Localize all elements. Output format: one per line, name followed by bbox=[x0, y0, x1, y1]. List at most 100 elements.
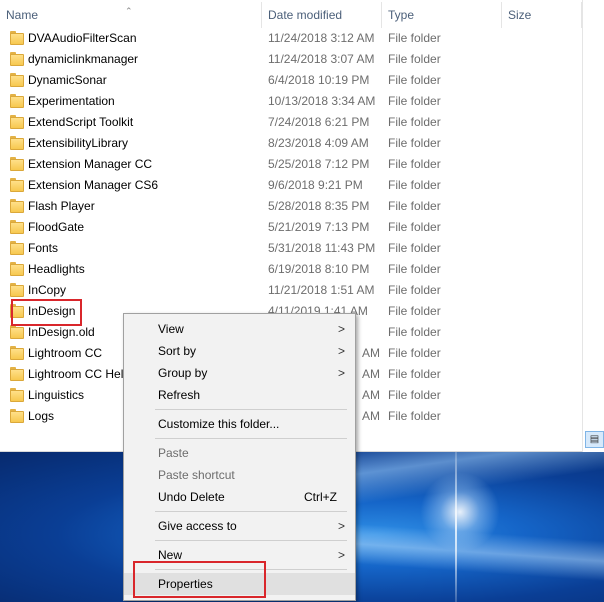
menu-item-customize[interactable]: Customize this folder... bbox=[124, 413, 355, 435]
menu-item-paste[interactable]: Paste bbox=[124, 442, 355, 464]
menu-item-sort-by[interactable]: Sort by > bbox=[124, 340, 355, 362]
file-date: AM bbox=[362, 409, 380, 423]
file-name: DVAAudioFilterScan bbox=[28, 31, 137, 45]
file-type: File folder bbox=[388, 283, 441, 297]
column-header-row: Name ⌃ Date modified Type Size bbox=[0, 2, 582, 28]
file-name: Headlights bbox=[28, 262, 85, 276]
menu-item-label: Give access to bbox=[158, 519, 237, 533]
column-header-name[interactable]: Name ⌃ bbox=[0, 2, 262, 28]
menu-item-label: Sort by bbox=[158, 344, 197, 358]
details-view-icon[interactable]: ▤ bbox=[585, 431, 604, 448]
file-date: 5/21/2019 7:13 PM bbox=[268, 220, 370, 234]
file-name: ExtensibilityLibrary bbox=[28, 136, 129, 150]
file-name: Extension Manager CC bbox=[28, 157, 153, 171]
file-date: 6/4/2018 10:19 PM bbox=[268, 73, 370, 87]
file-type: File folder bbox=[388, 241, 441, 255]
chevron-right-icon: > bbox=[337, 548, 345, 562]
menu-item-shortcut: Ctrl+Z bbox=[304, 490, 337, 504]
menu-item-label: Paste shortcut bbox=[158, 468, 235, 482]
menu-item-refresh[interactable]: Refresh bbox=[124, 384, 355, 406]
indesign-highlight-box bbox=[11, 299, 82, 326]
light-glow bbox=[420, 472, 500, 552]
file-name: Flash Player bbox=[28, 199, 95, 213]
file-type: File folder bbox=[388, 73, 441, 87]
menu-item-undo-delete[interactable]: Undo Delete Ctrl+Z bbox=[124, 486, 355, 508]
table-row[interactable]: Flash Player 5/28/2018 8:35 PM File fold… bbox=[0, 196, 582, 217]
file-type: File folder bbox=[388, 178, 441, 192]
column-header-size[interactable]: Size bbox=[502, 2, 582, 28]
menu-item-label: Undo Delete bbox=[158, 490, 225, 504]
table-row[interactable]: ExtensibilityLibrary 8/23/2018 4:09 AM F… bbox=[0, 133, 582, 154]
file-type: File folder bbox=[388, 220, 441, 234]
folder-icon bbox=[10, 241, 24, 255]
column-header-label: Name bbox=[6, 8, 39, 22]
file-type: File folder bbox=[388, 409, 441, 423]
table-row[interactable]: Experimentation 10/13/2018 3:34 AM File … bbox=[0, 91, 582, 112]
file-name: ExtendScript Toolkit bbox=[28, 115, 134, 129]
context-menu: View > Sort by > Group by > Refresh Cust… bbox=[123, 313, 356, 601]
folder-icon bbox=[10, 115, 24, 129]
file-date: AM bbox=[362, 388, 380, 402]
file-date: 5/31/2018 11:43 PM bbox=[268, 241, 376, 255]
column-header-label: Date modified bbox=[268, 8, 343, 22]
file-type: File folder bbox=[388, 262, 441, 276]
file-name: FloodGate bbox=[28, 220, 85, 234]
folder-icon bbox=[10, 388, 24, 402]
file-type: File folder bbox=[388, 199, 441, 213]
table-row[interactable]: InCopy 11/21/2018 1:51 AM File folder bbox=[0, 280, 582, 301]
file-date: AM bbox=[362, 367, 380, 381]
menu-item-paste-shortcut[interactable]: Paste shortcut bbox=[124, 464, 355, 486]
chevron-right-icon: > bbox=[337, 322, 345, 336]
sort-up-icon: ⌃ bbox=[125, 6, 133, 16]
chevron-right-icon: > bbox=[337, 344, 345, 358]
file-name: Fonts bbox=[28, 241, 59, 255]
table-row[interactable]: Extension Manager CC 5/25/2018 7:12 PM F… bbox=[0, 154, 582, 175]
menu-item-group-by[interactable]: Group by > bbox=[124, 362, 355, 384]
file-type: File folder bbox=[388, 115, 441, 129]
table-row[interactable]: FloodGate 5/21/2019 7:13 PM File folder bbox=[0, 217, 582, 238]
file-date: 8/23/2018 4:09 AM bbox=[268, 136, 369, 150]
file-name: Extension Manager CS6 bbox=[28, 178, 159, 192]
menu-separator bbox=[155, 409, 347, 410]
folder-icon bbox=[10, 31, 24, 45]
folder-icon bbox=[10, 94, 24, 108]
menu-item-label: Refresh bbox=[158, 388, 201, 402]
folder-icon bbox=[10, 220, 24, 234]
vertical-scrollbar[interactable] bbox=[582, 0, 604, 452]
menu-separator bbox=[155, 511, 347, 512]
file-date: AM bbox=[362, 346, 380, 360]
folder-icon bbox=[10, 346, 24, 360]
file-date: 6/19/2018 8:10 PM bbox=[268, 262, 370, 276]
column-header-date[interactable]: Date modified bbox=[262, 2, 382, 28]
folder-icon bbox=[10, 409, 24, 423]
menu-item-view[interactable]: View > bbox=[124, 318, 355, 340]
menu-separator bbox=[155, 540, 347, 541]
folder-icon bbox=[10, 367, 24, 381]
table-row[interactable]: dynamiclinkmanager 11/24/2018 3:07 AM Fi… bbox=[0, 49, 582, 70]
menu-item-label: Paste bbox=[158, 446, 189, 460]
file-type: File folder bbox=[388, 31, 441, 45]
chevron-right-icon: > bbox=[337, 366, 345, 380]
file-date: 11/24/2018 3:12 AM bbox=[268, 31, 375, 45]
table-row[interactable]: Fonts 5/31/2018 11:43 PM File folder bbox=[0, 238, 582, 259]
file-date: 11/21/2018 1:51 AM bbox=[268, 283, 375, 297]
table-row[interactable]: Extension Manager CS6 9/6/2018 9:21 PM F… bbox=[0, 175, 582, 196]
file-type: File folder bbox=[388, 157, 441, 171]
menu-item-give-access[interactable]: Give access to > bbox=[124, 515, 355, 537]
table-row[interactable]: DVAAudioFilterScan 11/24/2018 3:12 AM Fi… bbox=[0, 28, 582, 49]
file-type: File folder bbox=[388, 136, 441, 150]
file-type: File folder bbox=[388, 52, 441, 66]
folder-icon bbox=[10, 178, 24, 192]
chevron-right-icon: > bbox=[337, 519, 345, 533]
folder-icon bbox=[10, 283, 24, 297]
table-row[interactable]: ExtendScript Toolkit 7/24/2018 6:21 PM F… bbox=[0, 112, 582, 133]
table-row[interactable]: DynamicSonar 6/4/2018 10:19 PM File fold… bbox=[0, 70, 582, 91]
table-row[interactable]: Headlights 6/19/2018 8:10 PM File folder bbox=[0, 259, 582, 280]
column-header-type[interactable]: Type bbox=[382, 2, 502, 28]
menu-item-label: Customize this folder... bbox=[158, 417, 280, 431]
file-date: 11/24/2018 3:07 AM bbox=[268, 52, 375, 66]
menu-item-label: Group by bbox=[158, 366, 208, 380]
column-header-label: Size bbox=[508, 8, 532, 22]
file-type: File folder bbox=[388, 94, 441, 108]
folder-icon bbox=[10, 136, 24, 150]
